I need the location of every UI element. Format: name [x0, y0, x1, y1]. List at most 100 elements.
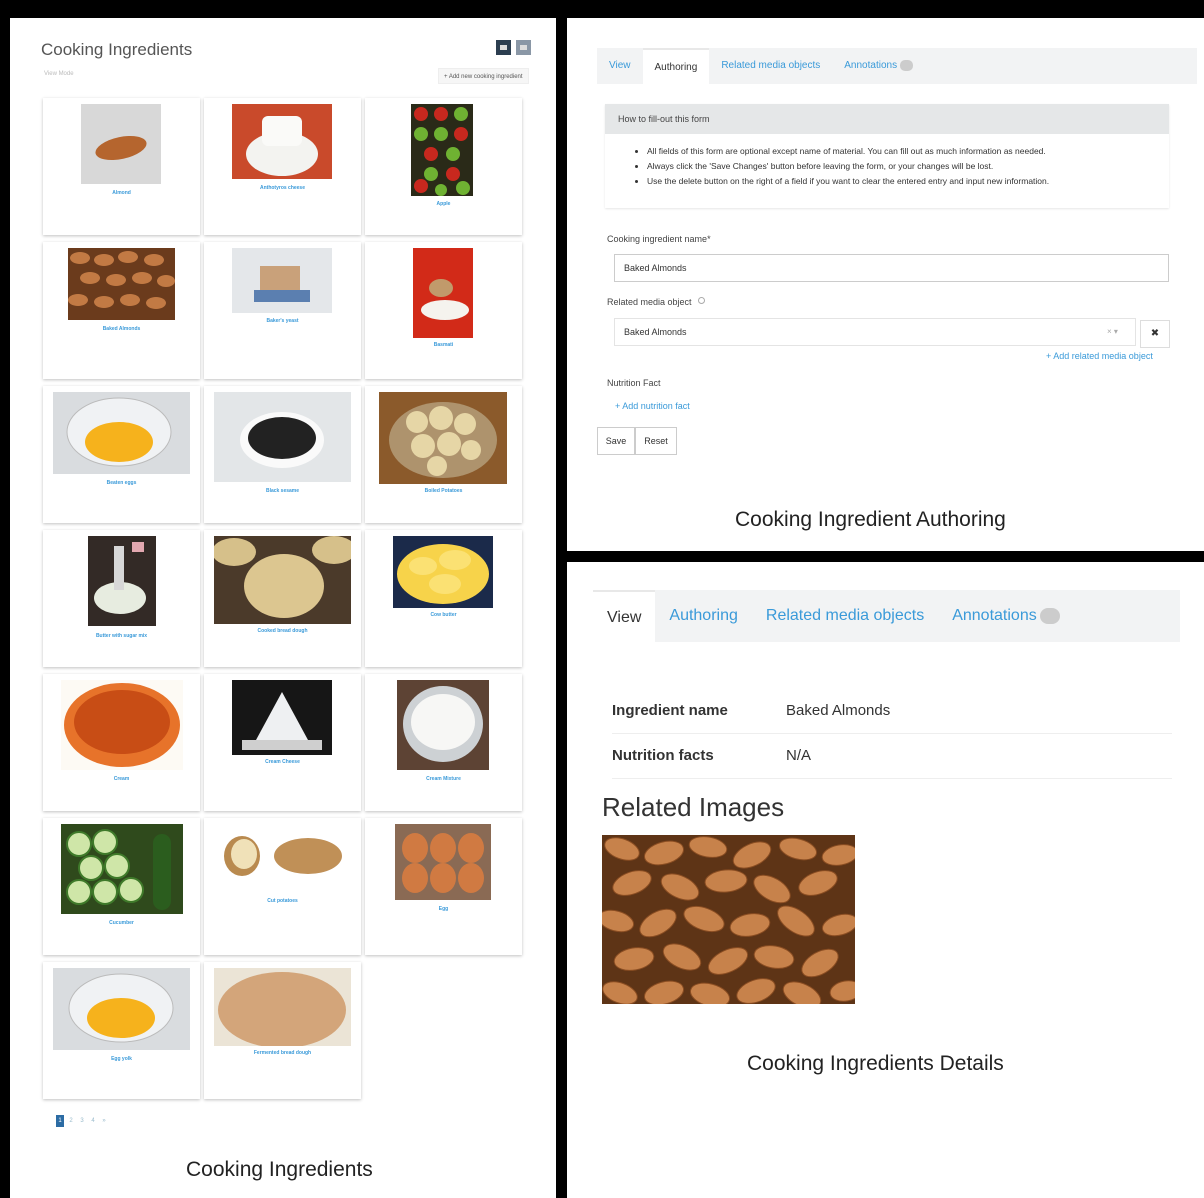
help-item: Always click the 'Save Changes' button b… [647, 159, 1169, 174]
egg-yolk-image [53, 968, 190, 1050]
ingredient-name[interactable]: Basmati [365, 342, 522, 348]
ingredient-card[interactable]: Almond [43, 98, 200, 235]
baked-almonds-related-image[interactable] [602, 835, 855, 1004]
ingredient-name[interactable]: Cucumber [43, 920, 200, 926]
ingredient-card[interactable]: Cow butter [365, 530, 522, 667]
detail-key: Ingredient name [612, 702, 728, 719]
next-page-link[interactable]: » [100, 1115, 108, 1127]
ingredient-card[interactable]: Baked Almonds [43, 242, 200, 379]
ingredient-name[interactable]: Cream Cheese [204, 759, 361, 765]
almond-image [81, 104, 161, 184]
ingredient-name[interactable]: Fermented bread dough [204, 1050, 361, 1056]
baked-almonds-image [68, 248, 175, 320]
ingredient-card[interactable]: Cream Cheese [204, 674, 361, 811]
page-title: Cooking Ingredients [41, 40, 193, 59]
ingredient-card[interactable]: Beaten eggs [43, 386, 200, 523]
clear-media-button[interactable]: ✖ [1140, 320, 1170, 348]
page-subtitle: View Mode [44, 71, 74, 77]
ingredient-card[interactable]: Egg yolk [43, 962, 200, 1099]
ingredient-card[interactable]: Fermented bread dough [204, 962, 361, 1099]
ingredient-name[interactable]: Baked Almonds [43, 326, 200, 332]
ingredient-card[interactable]: Cooked bread dough [204, 530, 361, 667]
annotations-count-badge [900, 59, 914, 71]
page-2-link[interactable]: 2 [67, 1115, 75, 1127]
related-images-title: Related Images [602, 792, 785, 822]
list-view-icon[interactable] [516, 40, 531, 55]
ingredient-name[interactable]: Egg [365, 906, 522, 912]
details-panel: View Authoring Related media objects Ann… [567, 562, 1204, 1198]
fermented-bread-dough-image [214, 968, 351, 1046]
ingredient-card[interactable]: Cut potatoes [204, 818, 361, 955]
cream-cheese-image [232, 680, 332, 755]
help-title: How to fill-out this form [605, 104, 1169, 134]
ingredient-name[interactable]: Apple [365, 201, 522, 207]
ingredient-card[interactable]: Cream [43, 674, 200, 811]
tab-annotations[interactable]: Annotations [938, 590, 1074, 642]
ingredient-name-label: Cooking ingredient name* [607, 234, 711, 244]
tab-annotations-label: Annotations [952, 607, 1037, 624]
related-media-select[interactable]: Baked Almonds [614, 318, 1136, 346]
tab-authoring[interactable]: Authoring [655, 590, 752, 642]
ingredient-card[interactable]: Boiled Potatoes [365, 386, 522, 523]
related-media-label-text: Related media object [607, 297, 692, 307]
authoring-panel: View Authoring Related media objects Ann… [567, 18, 1204, 551]
info-icon [697, 297, 705, 304]
ingredient-card[interactable]: Black sesame [204, 386, 361, 523]
detail-key: Nutrition facts [612, 747, 714, 764]
authoring-tab-bar: View Authoring Related media objects Ann… [597, 48, 1197, 84]
pagination: 1 2 3 4 » [56, 1115, 108, 1127]
add-related-media-link[interactable]: + Add related media object [1046, 351, 1153, 361]
page-1-link[interactable]: 1 [56, 1115, 64, 1127]
ingredient-name[interactable]: Cream Mixture [365, 776, 522, 782]
ingredient-name[interactable]: Cut potatoes [204, 898, 361, 904]
ingredient-name[interactable]: Beaten eggs [43, 480, 200, 486]
ingredient-name-field[interactable]: Baked Almonds [614, 254, 1169, 282]
ingredient-name[interactable]: Baker's yeast [204, 318, 361, 324]
annotations-count-badge [1039, 607, 1060, 624]
ingredient-name[interactable]: Anthotyros cheese [204, 185, 361, 191]
ingredient-card[interactable]: Basmati [365, 242, 522, 379]
cucumber-image [61, 824, 183, 914]
tab-view[interactable]: View [593, 590, 656, 642]
cut-potatoes-image [216, 824, 348, 888]
ingredient-name[interactable]: Cow butter [365, 612, 522, 618]
beaten-eggs-image [53, 392, 190, 474]
tab-authoring[interactable]: Authoring [642, 48, 710, 84]
cooked-bread-dough-image [214, 536, 351, 624]
ingredient-card[interactable]: Cream Mixture [365, 674, 522, 811]
tab-view[interactable]: View [597, 48, 643, 84]
ingredient-card[interactable]: Anthotyros cheese [204, 98, 361, 235]
detail-row: Ingredient name Baked Almonds [612, 690, 1172, 734]
panel-caption: Cooking Ingredients [186, 1158, 373, 1181]
ingredient-name[interactable]: Cooked bread dough [204, 628, 361, 634]
bakers-yeast-image [232, 248, 332, 313]
ingredient-card[interactable]: Cucumber [43, 818, 200, 955]
add-nutrition-fact-link[interactable]: + Add nutrition fact [615, 401, 690, 411]
ingredient-card[interactable]: Butter with sugar mix [43, 530, 200, 667]
reset-button[interactable]: Reset [635, 427, 677, 455]
ingredient-card[interactable]: Egg [365, 818, 522, 955]
detail-value: N/A [786, 747, 812, 764]
ingredient-name[interactable]: Boiled Potatoes [365, 488, 522, 494]
apple-image [411, 104, 473, 196]
tab-related-media[interactable]: Related media objects [709, 48, 832, 84]
ingredient-name[interactable]: Egg yolk [43, 1056, 200, 1062]
select-clear-dropdown-icon[interactable]: × ▾ [1107, 327, 1118, 336]
tab-annotations[interactable]: Annotations [832, 48, 925, 84]
panel-caption: Cooking Ingredients Details [747, 1052, 1004, 1075]
tab-related-media[interactable]: Related media objects [752, 590, 938, 642]
grid-view-icon[interactable] [496, 40, 511, 55]
ingredient-card[interactable]: Baker's yeast [204, 242, 361, 379]
save-button[interactable]: Save [597, 427, 635, 455]
add-ingredient-button[interactable]: + Add new cooking ingredient [438, 68, 529, 84]
page-4-link[interactable]: 4 [89, 1115, 97, 1127]
panel-caption: Cooking Ingredient Authoring [735, 508, 1006, 531]
ingredient-card[interactable]: Apple [365, 98, 522, 235]
page-3-link[interactable]: 3 [78, 1115, 86, 1127]
ingredient-name[interactable]: Black sesame [204, 488, 361, 494]
ingredient-name[interactable]: Cream [43, 776, 200, 782]
ingredient-name[interactable]: Butter with sugar mix [43, 633, 200, 639]
ingredient-name[interactable]: Almond [43, 190, 200, 196]
basmati-image [413, 248, 473, 338]
egg-image [395, 824, 491, 900]
